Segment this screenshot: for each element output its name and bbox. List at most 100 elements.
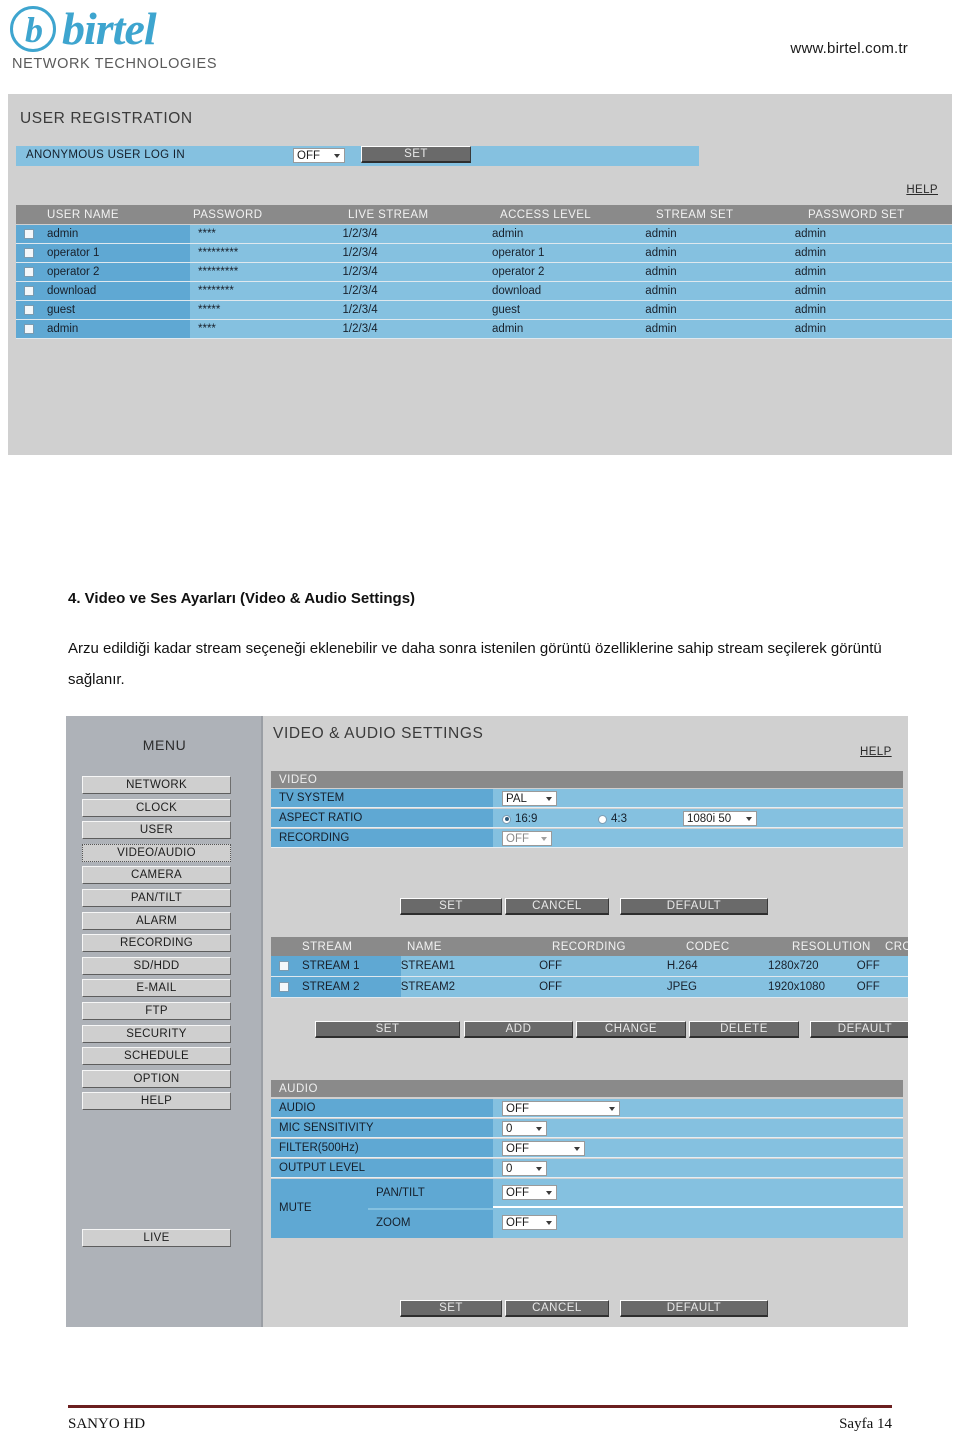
stream-table-header: STREAM NAME RECORDING CODEC RESOLUTION C… — [271, 937, 908, 956]
av-content: VIDEO & AUDIO SETTINGS HELP VIDEO TV SYS… — [265, 716, 908, 1327]
table-row[interactable]: download ******** 1/2/3/4 download admin admi… — [16, 282, 952, 301]
audio-label: AUDIO — [271, 1099, 493, 1117]
anonymous-set-button[interactable]: SET — [361, 146, 471, 163]
menu-item-recording[interactable]: RECORDING — [82, 934, 231, 953]
user-name-cell: admin — [16, 225, 190, 243]
footer-divider — [68, 1405, 892, 1408]
document-page: birtel NETWORK TECHNOLOGIES www.birtel.c… — [0, 0, 960, 1443]
aspect-ratio-43-option[interactable]: 4:3 — [598, 813, 627, 825]
mute-zoom-label: ZOOM — [376, 1217, 411, 1229]
cell-access-level: guest — [491, 304, 521, 316]
cell-stream-set: admin — [645, 285, 677, 297]
cell-crop: OFF — [856, 960, 880, 972]
menu-item-live[interactable]: LIVE — [82, 1229, 231, 1247]
user-name-cell: download — [16, 282, 190, 300]
table-row[interactable]: STREAM 2 STREAM2 OFF JPEG 1920x1080 OFF — [271, 977, 908, 998]
table-row[interactable]: operator 2 ********* 1/2/3/4 operator 2 admi… — [16, 263, 952, 282]
menu-item-help[interactable]: HELP — [82, 1092, 231, 1111]
tv-system-select[interactable]: PAL — [502, 791, 557, 806]
user-table-header: USER NAME PASSWORD LIVE STREAM ACCESS LE… — [16, 205, 952, 224]
mute-label: MUTE — [279, 1202, 312, 1214]
output-level-select[interactable]: 0 — [502, 1161, 547, 1176]
row-checkbox[interactable] — [24, 286, 34, 296]
stream-set-button[interactable]: SET — [315, 1021, 460, 1038]
stream-change-button[interactable]: CHANGE — [576, 1021, 686, 1038]
table-row[interactable]: STREAM 1 STREAM1 OFF H.264 1280x720 OFF — [271, 956, 908, 977]
table-row[interactable]: admin **** 1/2/3/4 admin admin admin — [16, 225, 952, 244]
help-link[interactable]: HELP — [906, 184, 938, 196]
cell-user-name: operator 2 — [47, 266, 100, 278]
footer-left: SANYO HD — [68, 1416, 146, 1432]
menu-item-network[interactable]: NETWORK — [82, 776, 231, 794]
video-set-button[interactable]: SET — [400, 898, 502, 915]
av-settings-title: VIDEO & AUDIO SETTINGS — [273, 725, 484, 742]
av-help-link[interactable]: HELP — [860, 746, 892, 758]
table-row[interactable]: guest ***** 1/2/3/4 guest admin admin — [16, 301, 952, 320]
cell-password: **** — [198, 228, 216, 240]
menu-item-security[interactable]: SECURITY — [82, 1024, 231, 1043]
row-checkbox[interactable] — [24, 267, 34, 277]
row-checkbox[interactable] — [24, 248, 34, 258]
audio-set-button[interactable]: SET — [400, 1300, 502, 1317]
audio-value: OFF — [506, 1102, 529, 1115]
audio-cancel-button[interactable]: CANCEL — [505, 1300, 609, 1317]
menu-item-option[interactable]: OPTION — [82, 1069, 231, 1088]
filter-select[interactable]: OFF — [502, 1141, 585, 1156]
table-row[interactable]: operator 1 ********* 1/2/3/4 operator 1 admi… — [16, 244, 952, 263]
stream-delete-button[interactable]: DELETE — [689, 1021, 799, 1038]
cell-access-level: operator 2 — [491, 266, 545, 278]
mute-pan-tilt-select[interactable]: OFF — [502, 1185, 557, 1200]
tv-system-value: PAL — [506, 792, 527, 805]
cell-resolution: 1280x720 — [768, 960, 819, 972]
anonymous-login-label: ANONYMOUS USER LOG IN — [26, 149, 186, 161]
audio-default-button[interactable]: DEFAULT — [620, 1300, 768, 1317]
chevron-down-icon — [334, 153, 340, 158]
cell-password: **** — [198, 323, 216, 335]
menu-item-camera[interactable]: CAMERA — [82, 866, 231, 885]
cell-crop: OFF — [856, 981, 880, 993]
cell-stream-set: admin — [645, 266, 677, 278]
mic-sensitivity-select[interactable]: 0 — [502, 1121, 547, 1136]
mute-zoom-value: OFF — [506, 1216, 529, 1229]
row-checkbox[interactable] — [24, 324, 34, 334]
anonymous-login-select[interactable]: OFF — [293, 148, 345, 163]
birtel-logo-icon — [10, 6, 56, 53]
mute-zoom-select[interactable]: OFF — [502, 1215, 557, 1230]
menu-item-video-audio[interactable]: VIDEO/AUDIO — [82, 843, 231, 862]
menu-item-schedule[interactable]: SCHEDULE — [82, 1047, 231, 1066]
cell-user-name: operator 1 — [47, 247, 100, 259]
menu-item-ftp[interactable]: FTP — [82, 1001, 231, 1020]
row-checkbox[interactable] — [279, 961, 289, 971]
user-registration-title: USER REGISTRATION — [20, 110, 193, 127]
menu-item-e-mail[interactable]: E-MAIL — [82, 979, 231, 998]
table-row[interactable]: admin **** 1/2/3/4 admin admin admin — [16, 320, 952, 339]
row-checkbox[interactable] — [24, 229, 34, 239]
cell-access-level: admin — [491, 323, 524, 335]
cell-password: ***** — [198, 304, 221, 316]
menu-item-sd-hdd[interactable]: SD/HDD — [82, 956, 231, 975]
video-default-button[interactable]: DEFAULT — [620, 898, 768, 915]
cell-resolution: 1920x1080 — [768, 981, 825, 993]
stream-add-button[interactable]: ADD — [464, 1021, 573, 1038]
cell-live-stream: 1/2/3/4 — [342, 323, 378, 335]
cell-password-set: admin — [794, 304, 827, 316]
section-paragraph: Arzu edildiği kadar stream seçeneği ekle… — [68, 640, 882, 688]
video-cancel-button[interactable]: CANCEL — [505, 898, 609, 915]
video-format-select[interactable]: 1080i 50 — [683, 811, 757, 826]
output-level-row: OUTPUT LEVEL 0 — [271, 1159, 903, 1178]
row-checkbox[interactable] — [279, 982, 289, 992]
audio-select[interactable]: OFF — [502, 1101, 620, 1116]
menu-item-clock[interactable]: CLOCK — [82, 798, 231, 817]
menu-item-alarm[interactable]: ALARM — [82, 911, 231, 930]
cell-access-level: download — [491, 285, 542, 297]
aspect-ratio-169-option[interactable]: 16:9 — [502, 813, 537, 825]
aspect-ratio-169-label: 16:9 — [515, 813, 538, 825]
brand-logo: birtel NETWORK TECHNOLOGIES — [10, 6, 350, 78]
stream-default-button[interactable]: DEFAULT — [810, 1021, 908, 1038]
menu-sidebar: MENU NETWORK CLOCK USER VIDEO/AUDIO CAMERA PA… — [66, 716, 263, 1327]
radio-unselected-icon — [598, 814, 607, 824]
menu-item-user[interactable]: USER — [82, 821, 231, 840]
row-checkbox[interactable] — [24, 305, 34, 315]
menu-item-pan-tilt[interactable]: PAN/TILT — [82, 888, 231, 907]
video-recording-select[interactable]: OFF — [502, 831, 552, 846]
